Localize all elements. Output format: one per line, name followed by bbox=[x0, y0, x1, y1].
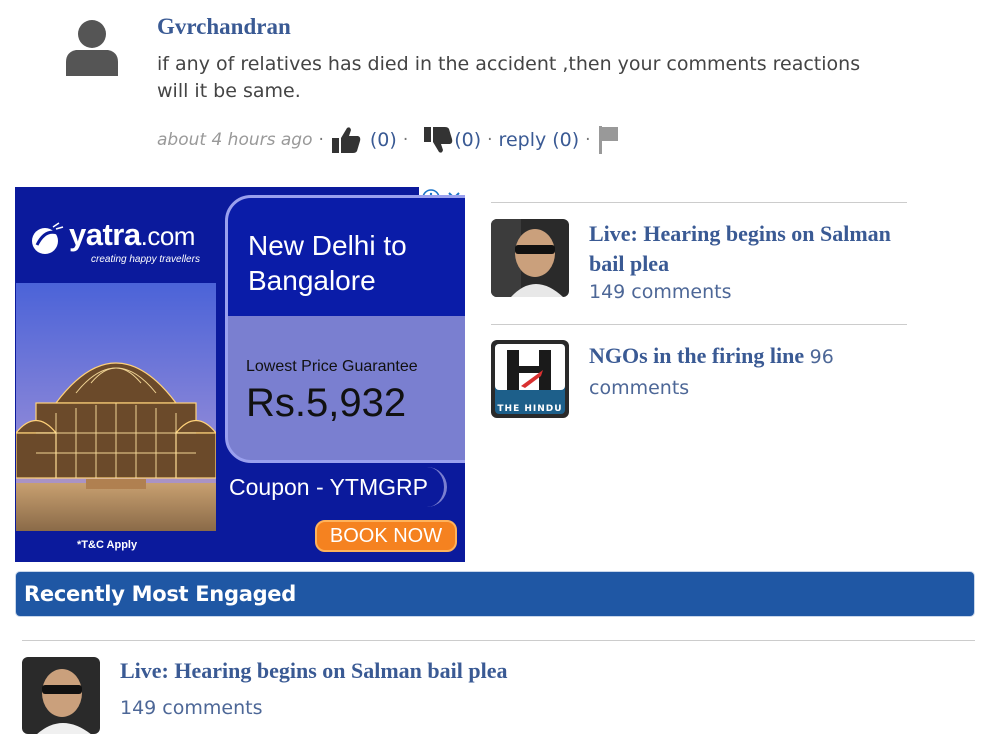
flag-icon[interactable] bbox=[597, 124, 621, 156]
thumbs-down-icon[interactable] bbox=[422, 125, 454, 155]
dislike-count[interactable]: (0) bbox=[454, 129, 481, 151]
like-count[interactable]: (0) bbox=[370, 129, 397, 151]
story-thumbnail[interactable] bbox=[491, 219, 569, 297]
comment-actions: about 4 hours ago · (0) · (0) · reply (0… bbox=[157, 120, 621, 160]
book-now-button[interactable]: BOOK NOW bbox=[315, 520, 457, 552]
story-thumbnail[interactable] bbox=[22, 657, 100, 734]
reply-link[interactable]: reply (0) bbox=[499, 129, 580, 151]
story-comment-count[interactable]: 149 comments bbox=[589, 281, 731, 303]
comment-author[interactable]: Gvrchandran bbox=[157, 14, 291, 40]
the-hindu-logo-icon[interactable]: THE HINDU bbox=[491, 340, 569, 418]
ad-route: New Delhi to Bangalore bbox=[248, 230, 407, 296]
ad-price: Rs.5,932 bbox=[246, 381, 407, 425]
section-title: Recently Most Engaged bbox=[24, 582, 296, 606]
ad-photo bbox=[16, 283, 216, 531]
terms-text: *T&C Apply bbox=[77, 539, 138, 551]
section-header: Recently Most Engaged bbox=[15, 571, 975, 617]
yatra-ad-banner[interactable]: yatra.com creating happy travellers *T&C… bbox=[15, 187, 465, 562]
thumbs-up-icon[interactable] bbox=[330, 125, 362, 155]
story-title[interactable]: Live: Hearing begins on Salman bail plea bbox=[120, 656, 508, 686]
story-title[interactable]: Live: Hearing begins on Salman bail plea bbox=[589, 219, 899, 279]
story-comment-count[interactable]: 149 comments bbox=[120, 697, 262, 719]
ad-guarantee: Lowest Price Guarantee bbox=[246, 358, 418, 375]
story-title[interactable]: NGOs in the firing line bbox=[589, 343, 804, 368]
ad-tagline: creating happy travellers bbox=[91, 254, 200, 265]
comment-timestamp: about 4 hours ago bbox=[157, 130, 313, 150]
comment-text: if any of relatives has died in the acci… bbox=[157, 53, 861, 102]
ad-coupon: Coupon - YTMGRP bbox=[215, 467, 447, 507]
offer-panel: New Delhi to Bangalore Lowest Price Guar… bbox=[225, 195, 465, 463]
user-avatar-icon bbox=[66, 20, 118, 76]
